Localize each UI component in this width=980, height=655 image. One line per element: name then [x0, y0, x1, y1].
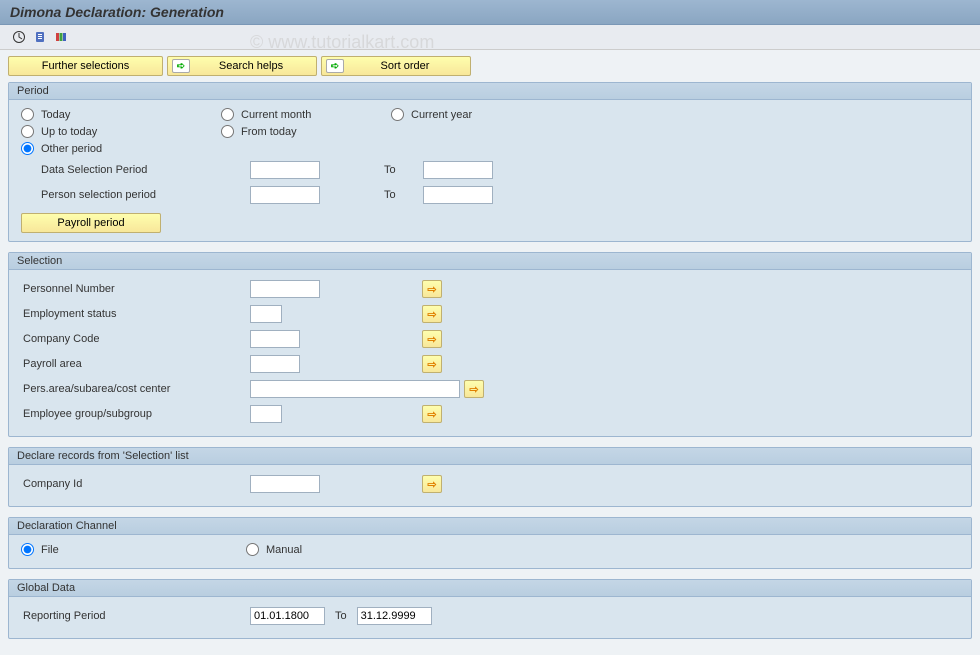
- data-selection-from-input[interactable]: [250, 161, 320, 179]
- radio-current-month-label: Current month: [241, 109, 311, 121]
- period-group: Period Today Current month Current year …: [8, 82, 972, 242]
- radio-up-to-today[interactable]: Up to today: [21, 125, 221, 138]
- info-icon[interactable]: [31, 28, 49, 46]
- radio-other-period[interactable]: Other period: [21, 142, 221, 155]
- page-title: Dimona Declaration: Generation: [0, 0, 980, 25]
- radio-file-label: File: [41, 544, 59, 556]
- to-label: To: [359, 189, 419, 201]
- employee-group-label: Employee group/subgroup: [21, 408, 246, 420]
- payroll-area-label: Payroll area: [21, 358, 246, 370]
- global-title: Global Data: [9, 580, 971, 597]
- declare-group: Declare records from 'Selection' list Co…: [8, 447, 972, 507]
- further-selections-button[interactable]: Further selections: [8, 56, 163, 76]
- reporting-to-input[interactable]: [357, 607, 432, 625]
- search-helps-button[interactable]: ➪ Search helps: [167, 56, 317, 76]
- period-title: Period: [9, 83, 971, 100]
- pers-area-input[interactable]: [250, 380, 460, 398]
- selection-group: Selection Personnel Number ⇨ Employment …: [8, 252, 972, 437]
- content-area: Further selections ➪ Search helps ➪ Sort…: [0, 50, 980, 655]
- arrow-right-icon: ➪: [172, 59, 190, 73]
- to-label: To: [359, 164, 419, 176]
- multiple-selection-button[interactable]: ⇨: [464, 380, 484, 398]
- multiple-selection-button[interactable]: ⇨: [422, 330, 442, 348]
- search-helps-label: Search helps: [198, 60, 304, 72]
- toolbar: [0, 25, 980, 50]
- employment-status-input[interactable]: [250, 305, 282, 323]
- channel-group: Declaration Channel File Manual: [8, 517, 972, 569]
- channel-title: Declaration Channel: [9, 518, 971, 535]
- sort-order-button[interactable]: ➪ Sort order: [321, 56, 471, 76]
- data-selection-to-input[interactable]: [423, 161, 493, 179]
- radio-file[interactable]: File: [21, 543, 246, 556]
- radio-from-today-label: From today: [241, 126, 297, 138]
- personnel-number-input[interactable]: [250, 280, 320, 298]
- multiple-selection-button[interactable]: ⇨: [422, 355, 442, 373]
- company-code-label: Company Code: [21, 333, 246, 345]
- reporting-period-label: Reporting Period: [21, 610, 246, 622]
- person-selection-label: Person selection period: [21, 189, 246, 201]
- selection-title: Selection: [9, 253, 971, 270]
- to-label: To: [329, 610, 353, 622]
- multiple-selection-button[interactable]: ⇨: [422, 305, 442, 323]
- payroll-area-input[interactable]: [250, 355, 300, 373]
- radio-today-label: Today: [41, 109, 70, 121]
- declare-title: Declare records from 'Selection' list: [9, 448, 971, 465]
- arrow-right-icon: ➪: [326, 59, 344, 73]
- radio-current-year-label: Current year: [411, 109, 472, 121]
- person-selection-to-input[interactable]: [423, 186, 493, 204]
- company-code-input[interactable]: [250, 330, 300, 348]
- sort-order-label: Sort order: [352, 60, 458, 72]
- employment-status-label: Employment status: [21, 308, 246, 320]
- company-id-label: Company Id: [21, 478, 246, 490]
- radio-up-to-today-label: Up to today: [41, 126, 97, 138]
- personnel-number-label: Personnel Number: [21, 283, 246, 295]
- radio-manual[interactable]: Manual: [246, 543, 302, 556]
- multiple-selection-button[interactable]: ⇨: [422, 405, 442, 423]
- reporting-from-input[interactable]: [250, 607, 325, 625]
- radio-current-month[interactable]: Current month: [221, 108, 391, 121]
- radio-current-year[interactable]: Current year: [391, 108, 541, 121]
- multiple-selection-button[interactable]: ⇨: [422, 475, 442, 493]
- execute-icon[interactable]: [10, 28, 28, 46]
- data-selection-label: Data Selection Period: [21, 164, 246, 176]
- radio-today[interactable]: Today: [21, 108, 221, 121]
- radio-other-period-label: Other period: [41, 143, 102, 155]
- radio-manual-label: Manual: [266, 544, 302, 556]
- global-data-group: Global Data Reporting Period To: [8, 579, 972, 639]
- multiple-selection-button[interactable]: ⇨: [422, 280, 442, 298]
- radio-from-today[interactable]: From today: [221, 125, 391, 138]
- palette-icon[interactable]: [52, 28, 70, 46]
- payroll-period-button[interactable]: Payroll period: [21, 213, 161, 233]
- person-selection-from-input[interactable]: [250, 186, 320, 204]
- employee-group-input[interactable]: [250, 405, 282, 423]
- company-id-input[interactable]: [250, 475, 320, 493]
- pers-area-label: Pers.area/subarea/cost center: [21, 383, 246, 395]
